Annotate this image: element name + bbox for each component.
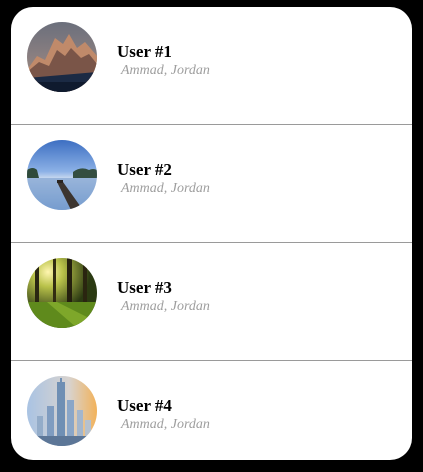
user-list-item-3[interactable]: User #3 Ammad, Jordan: [11, 243, 412, 361]
user-location: Ammad, Jordan: [121, 299, 210, 314]
forest-sunlight-photo-icon: [27, 258, 97, 328]
mountain-dusk-photo-icon: [27, 22, 97, 92]
user-location: Ammad, Jordan: [121, 417, 210, 432]
user-name: User #1: [117, 42, 172, 61]
user-name: User #4: [117, 396, 172, 415]
avatar: [27, 22, 97, 92]
avatar: [27, 140, 97, 210]
user-list-item-2[interactable]: User #2 Ammad, Jordan: [11, 125, 412, 243]
user-location: Ammad, Jordan: [121, 63, 210, 78]
user-list-card: User #1 Ammad, Jordan User #2 Ammad, Jor…: [11, 7, 412, 460]
user-list-item-4[interactable]: User #4 Ammad, Jordan: [11, 361, 412, 460]
avatar: [27, 376, 97, 446]
avatar: [27, 258, 97, 328]
user-location: Ammad, Jordan: [121, 181, 210, 196]
user-name: User #2: [117, 160, 172, 179]
lake-pier-photo-icon: [27, 140, 97, 210]
city-skyline-photo-icon: [27, 376, 97, 446]
user-list-item-1[interactable]: User #1 Ammad, Jordan: [11, 7, 412, 125]
user-name: User #3: [117, 278, 172, 297]
